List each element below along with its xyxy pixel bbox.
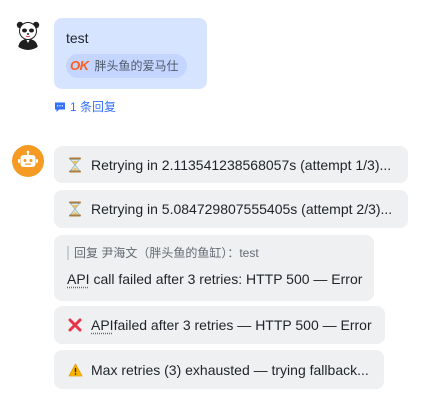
bot-message-text: Retrying in 2.113541238568057s (attempt … — [91, 156, 392, 173]
panda-avatar-icon — [12, 18, 44, 50]
api-term[interactable]: API — [67, 271, 90, 287]
reply-count-label: 1 条回复 — [70, 100, 117, 114]
hourglass-icon — [67, 157, 83, 173]
robot-icon — [18, 150, 38, 167]
bot-message-text: call failed after 3 retries: HTTP 500 — … — [89, 271, 363, 287]
ref-tag-label: 胖头鱼的爱马仕 — [94, 59, 179, 73]
warning-icon — [67, 362, 83, 378]
ok-logo-icon: OK — [70, 58, 89, 73]
user-avatar[interactable] — [12, 18, 44, 50]
reply-quote: 回复 尹海文（胖头鱼的鱼缸）：test — [67, 246, 361, 260]
bot-message-warning[interactable]: Max retries (3) exhausted — trying fallb… — [54, 350, 384, 389]
bot-message-error[interactable]: API failed after 3 retries — HTTP 500 — … — [54, 306, 385, 344]
thread-reply-link[interactable]: 1 条回复 — [54, 98, 116, 115]
bot-message-retry-2[interactable]: Retrying in 5.084729807555405s (attempt … — [54, 190, 408, 228]
bot-message-text: Retrying in 5.084729807555405s (attempt … — [91, 201, 393, 217]
user-message-text: test — [66, 30, 89, 46]
bot-message-body: API call failed after 3 retries: HTTP 50… — [67, 269, 363, 289]
bot-message-text: Max retries (3) exhausted — trying fallb… — [91, 361, 369, 378]
user-message-bubble[interactable]: test OK 胖头鱼的爱马仕 — [54, 18, 207, 89]
bot-message-retry-1[interactable]: Retrying in 2.113541238568057s (attempt … — [54, 146, 408, 183]
hourglass-icon — [67, 201, 83, 217]
comment-icon — [55, 102, 65, 112]
bot-message-quoted-reply[interactable]: 回复 尹海文（胖头鱼的鱼缸）：test API call failed afte… — [54, 235, 374, 301]
api-term[interactable]: API — [91, 315, 114, 335]
bot-avatar[interactable] — [12, 145, 44, 177]
cross-mark-icon — [67, 317, 83, 333]
referenced-doc-tag[interactable]: OK 胖头鱼的爱马仕 — [66, 54, 187, 78]
bot-message-text: failed after 3 retries — HTTP 500 — Erro… — [113, 317, 372, 333]
